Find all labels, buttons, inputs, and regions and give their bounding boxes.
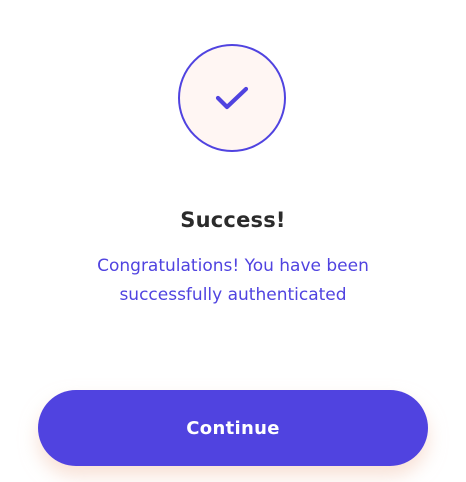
continue-button[interactable]: Continue <box>38 390 428 466</box>
success-badge <box>178 44 286 152</box>
success-message: Congratulations! You have been successfu… <box>97 256 369 305</box>
success-title: Success! <box>180 208 286 232</box>
check-icon <box>215 86 249 110</box>
